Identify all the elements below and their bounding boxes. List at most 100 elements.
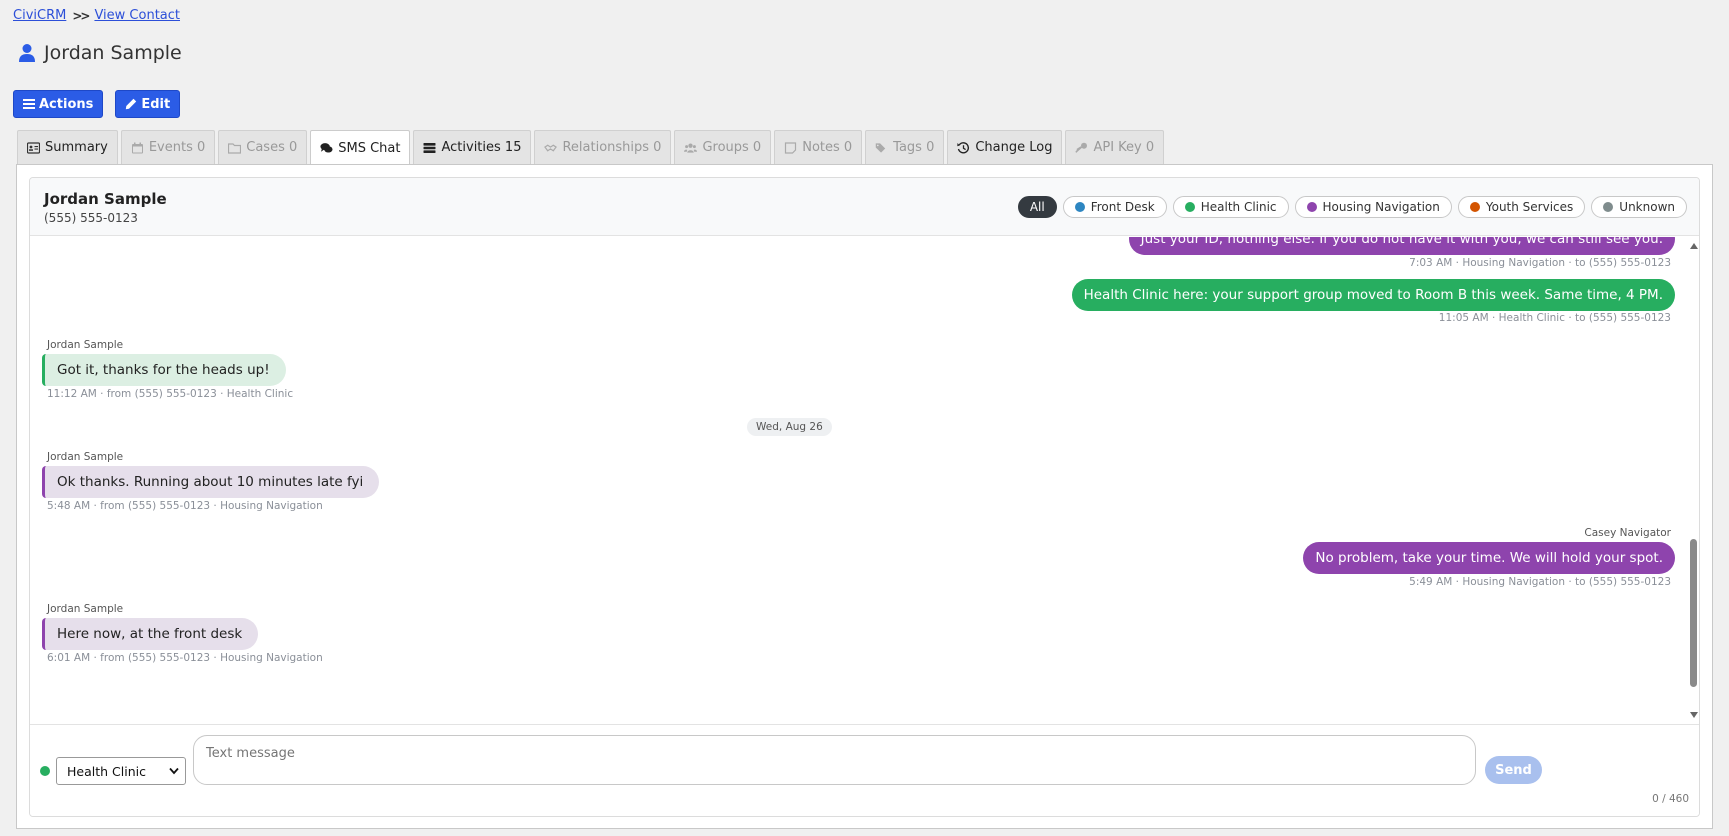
tags-icon (875, 142, 888, 154)
tab-label: SMS Chat (338, 140, 401, 156)
channel-select[interactable]: Health Clinic (56, 757, 186, 785)
tab-label: Activities 15 (441, 140, 522, 155)
contact-tabs: Summary Events 0 Cases 0 SMS Chat Activities… (17, 130, 1165, 165)
message-composer: Health Clinic Send 0 / 460 (30, 724, 1699, 816)
tab-label: Relationships 0 (562, 140, 662, 155)
channel-dot-icon (1184, 202, 1195, 212)
tasks-icon (423, 142, 436, 154)
chat-contact-name: Jordan Sample (44, 190, 167, 208)
tab-activities[interactable]: Activities 15 (413, 130, 532, 164)
message-scrollbar[interactable] (1687, 237, 1699, 724)
chevron-down-icon (169, 767, 179, 775)
scroll-down-arrow-icon[interactable] (1690, 712, 1698, 718)
tab-change-log[interactable]: Change Log (947, 130, 1063, 164)
message-sender: Jordan Sample (47, 339, 124, 351)
tab-label: Change Log (975, 140, 1053, 155)
tab-sms-chat[interactable]: SMS Chat (310, 130, 411, 165)
filter-chip-all[interactable]: All (1017, 196, 1057, 218)
channel-dot-icon (1603, 202, 1614, 212)
id-card-icon (27, 141, 40, 154)
handshake-icon (544, 142, 558, 154)
tab-cases[interactable]: Cases 0 (218, 130, 308, 164)
tab-tags[interactable]: Tags 0 (865, 130, 945, 164)
channel-dot-icon (1469, 202, 1480, 212)
message-meta: 11:05 AM · Health Clinic · to (555) 555-… (1438, 312, 1671, 324)
channel-select-value: Health Clinic (67, 763, 146, 779)
filter-chip-label: Youth Services (1485, 200, 1574, 214)
message-meta: 11:12 AM · from (555) 555-0123 · Health … (47, 388, 294, 400)
message-sender: Casey Navigator (1584, 527, 1671, 539)
tab-relationships[interactable]: Relationships 0 (534, 130, 672, 164)
note-icon (784, 141, 797, 154)
filter-chip-housing-navigation[interactable]: Housing Navigation (1294, 196, 1452, 218)
message-bubble-outgoing: Health Clinic here: your support group m… (1071, 279, 1675, 311)
filter-chip-label: Unknown (1619, 200, 1675, 214)
tab-label: Groups 0 (702, 140, 762, 155)
tab-label: API Key 0 (1093, 140, 1155, 155)
breadcrumb: CiviCRM >> View Contact (13, 8, 180, 23)
folder-icon (228, 142, 242, 154)
users-icon (684, 142, 698, 154)
pencil-icon (126, 98, 137, 110)
filter-chip-label: All (1029, 200, 1045, 214)
message-sender: Jordan Sample (47, 451, 124, 463)
message-meta: 5:48 AM · from (555) 555-0123 · Housing … (47, 500, 323, 512)
message-bubble-incoming: Ok thanks. Running about 10 minutes late… (42, 466, 380, 498)
tab-label: Tags 0 (893, 140, 935, 155)
scrollbar-thumb[interactable] (1690, 539, 1697, 687)
edit-button[interactable]: Edit (115, 90, 181, 118)
message-meta: 5:49 AM · Housing Navigation · to (555) … (1409, 576, 1671, 588)
user-icon (19, 44, 35, 62)
filter-chip-label: Health Clinic (1200, 200, 1277, 214)
message-meta: 7:03 AM · Housing Navigation · to (555) … (1409, 257, 1671, 269)
message-bubble-incoming: Here now, at the front desk (42, 618, 259, 650)
actions-button[interactable]: Actions (13, 90, 104, 118)
message-meta: 6:01 AM · from (555) 555-0123 · Housing … (47, 652, 323, 664)
calendar-icon (131, 142, 144, 154)
tab-notes[interactable]: Notes 0 (774, 130, 863, 164)
channel-dot-icon (1074, 202, 1085, 212)
scroll-up-arrow-icon[interactable] (1690, 243, 1698, 249)
filter-chip-front-desk[interactable]: Front Desk (1062, 196, 1167, 218)
sms-chat: Jordan Sample (555) 555-0123 All Front De… (29, 177, 1700, 817)
tab-groups[interactable]: Groups 0 (674, 130, 772, 164)
tab-label: Events 0 (148, 140, 206, 155)
key-icon (1075, 142, 1088, 154)
message-list[interactable]: Just your ID, nothing else. If you do no… (30, 237, 1699, 724)
channel-color-dot (40, 766, 50, 776)
send-button[interactable]: Send (1485, 756, 1542, 784)
message-bubble-incoming: Got it, thanks for the heads up! (42, 354, 286, 386)
bars-icon (23, 99, 35, 109)
channel-filters: All Front Desk Health Clinic Housing Naviga… (1017, 196, 1687, 218)
actions-button-label: Actions (39, 96, 94, 112)
page-title: Jordan Sample (18, 42, 182, 64)
date-separator: Wed, Aug 26 (747, 418, 832, 436)
breadcrumb-current-link[interactable]: View Contact (94, 8, 180, 23)
channel-dot-icon (1306, 202, 1317, 212)
tab-label: Cases 0 (246, 140, 298, 155)
filter-chip-unknown[interactable]: Unknown (1591, 196, 1687, 218)
action-bar: Actions Edit (13, 90, 181, 118)
tab-label: Notes 0 (802, 140, 853, 155)
tab-api-key[interactable]: API Key 0 (1065, 130, 1165, 164)
message-bubble-outgoing: Just your ID, nothing else. If you do no… (1128, 237, 1675, 255)
tab-events[interactable]: Events 0 (120, 130, 216, 164)
character-counter: 0 / 460 (1652, 793, 1689, 805)
history-icon (957, 141, 970, 154)
filter-chip-youth-services[interactable]: Youth Services (1457, 196, 1586, 218)
chat-contact-phone: (555) 555-0123 (44, 211, 138, 225)
message-sender: Jordan Sample (47, 603, 124, 615)
filter-chip-label: Housing Navigation (1322, 200, 1440, 214)
comments-icon (320, 142, 333, 154)
tab-label: Summary (45, 140, 108, 155)
message-input[interactable] (193, 735, 1476, 785)
chat-header: Jordan Sample (555) 555-0123 All Front De… (30, 178, 1699, 236)
tab-summary[interactable]: Summary (17, 130, 118, 164)
double-chevron-right-icon: >> (72, 8, 90, 23)
breadcrumb-home-link[interactable]: CiviCRM (13, 8, 66, 23)
tab-panel-sms-chat: Jordan Sample (555) 555-0123 All Front De… (16, 164, 1713, 829)
edit-button-label: Edit (141, 96, 171, 112)
contact-title: Jordan Sample (44, 42, 182, 64)
filter-chip-health-clinic[interactable]: Health Clinic (1172, 196, 1289, 218)
message-bubble-outgoing: No problem, take your time. We will hold… (1303, 542, 1675, 574)
